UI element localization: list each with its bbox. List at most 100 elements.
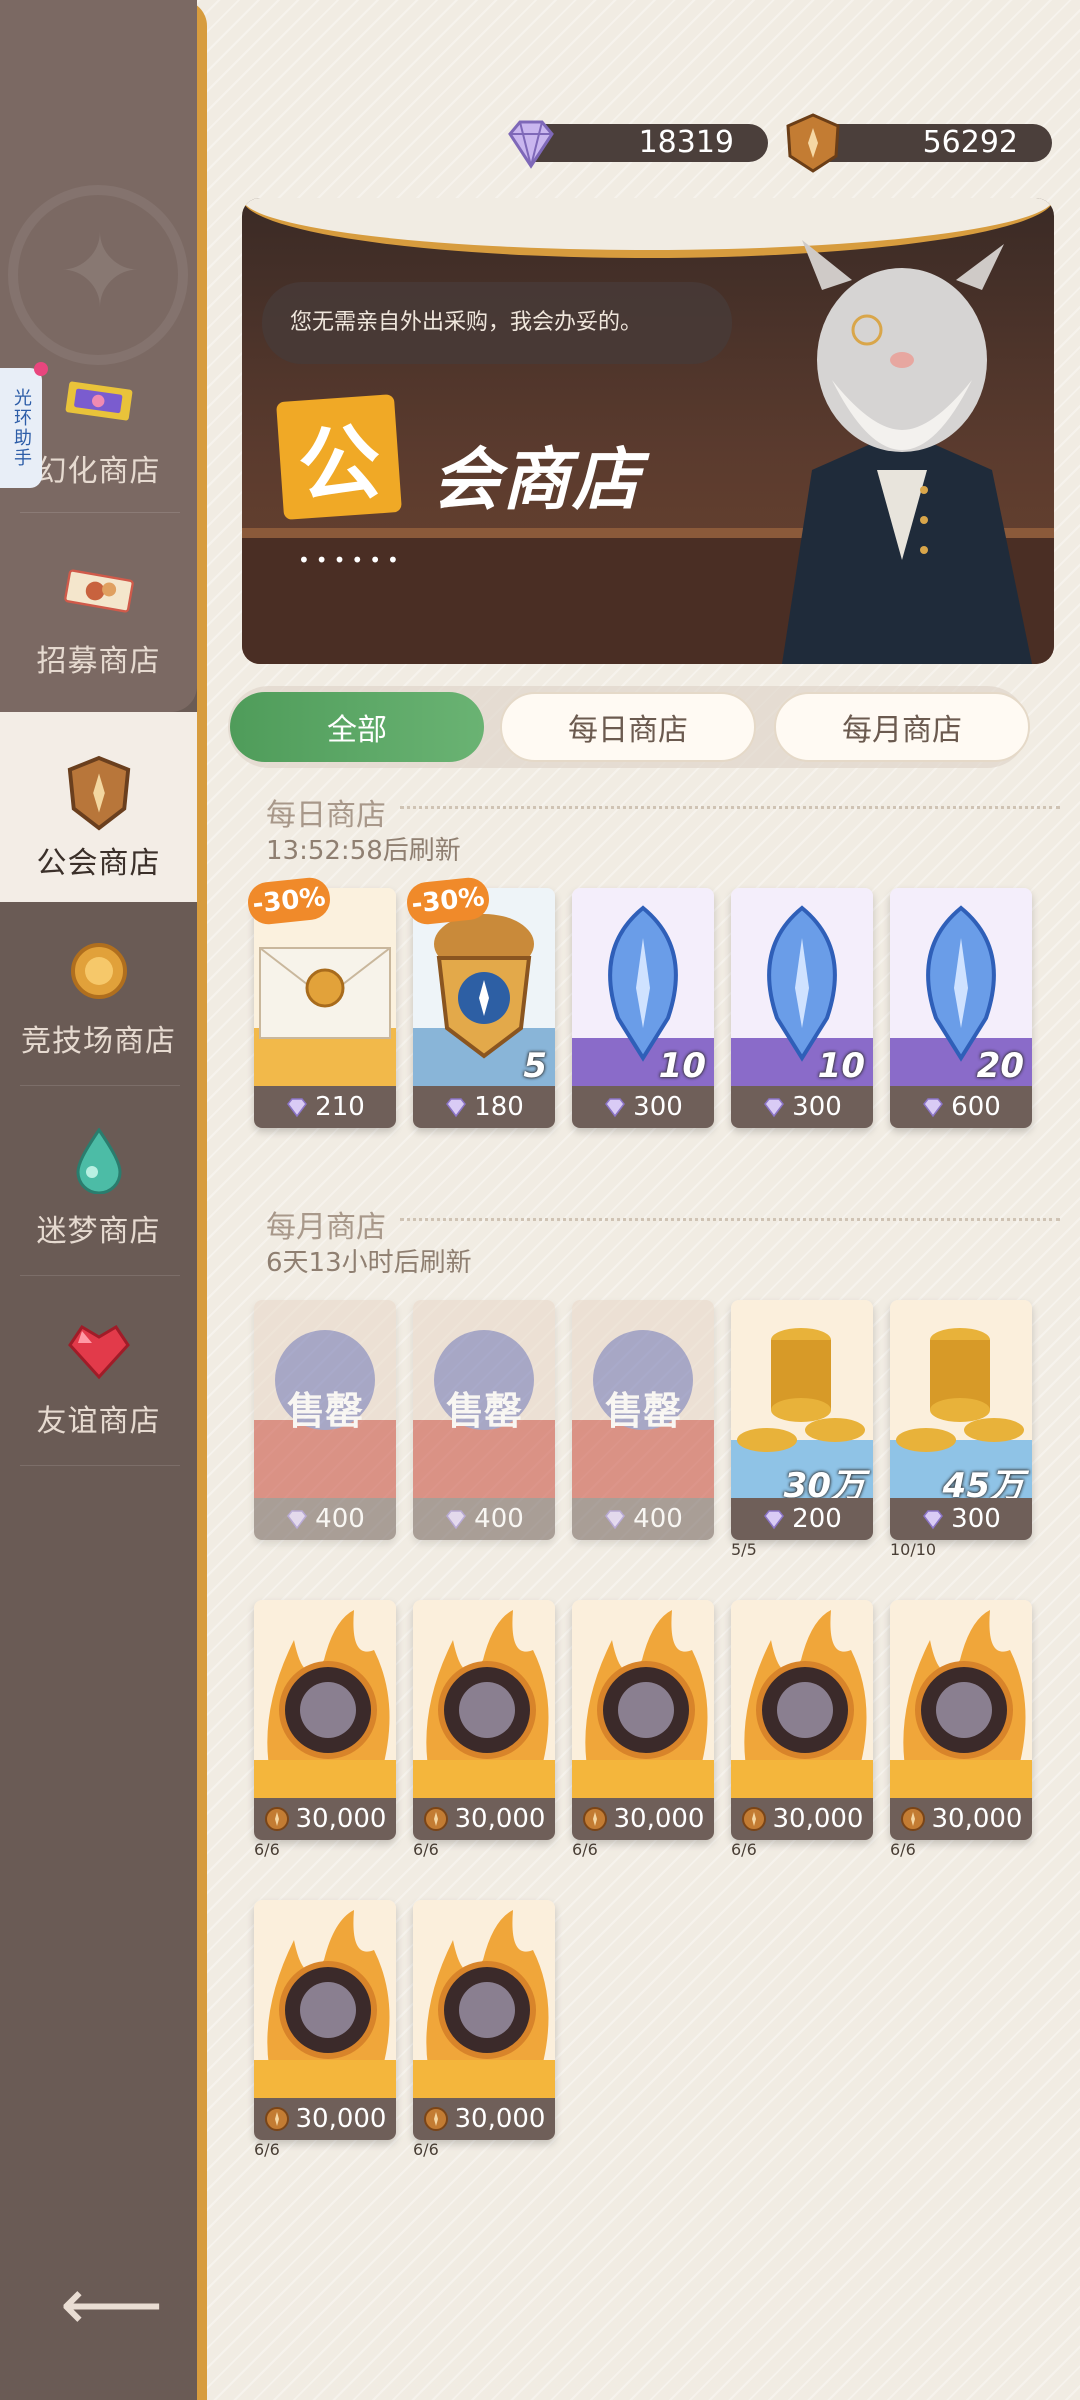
- shop-item-card[interactable]: 30,000: [572, 1600, 714, 1840]
- recruit-ticket-icon: [63, 556, 134, 626]
- floating-helper-button[interactable]: 光环助手: [0, 362, 48, 488]
- tab-monthly-shop[interactable]: 每月商店: [774, 692, 1030, 762]
- daily-section-title: 每日商店: [266, 798, 386, 833]
- item-price: 300: [572, 1086, 714, 1128]
- item-price: 30,000: [890, 1798, 1032, 1840]
- sold-out-label: 售罄: [445, 1389, 522, 1433]
- sold-out-label: 售罄: [604, 1389, 681, 1433]
- item-price: 200: [731, 1498, 873, 1540]
- sidebar-item-recruit-shop[interactable]: 招募商店: [0, 520, 197, 700]
- price-value: 210: [315, 1092, 365, 1122]
- shop-item-card[interactable]: 30,000: [890, 1600, 1032, 1840]
- diamond-icon: [923, 1098, 944, 1118]
- butler-mascot-icon: [782, 240, 1032, 664]
- shop-item-card[interactable]: 5 180: [413, 888, 555, 1128]
- sidebar-item-friendship-shop[interactable]: 友谊商店: [0, 1290, 197, 1460]
- price-value: 30,000: [772, 1804, 864, 1834]
- monthly-refresh-timer: 6天13小时后刷新: [266, 1248, 472, 1278]
- price-value: 30,000: [295, 2104, 387, 2134]
- item-price: 400: [254, 1498, 396, 1540]
- guild-coin-icon: [786, 113, 840, 173]
- shop-item-card[interactable]: 30,000: [254, 1900, 396, 2140]
- price-value: 300: [951, 1504, 1001, 1534]
- item-price: 30,000: [254, 2098, 396, 2140]
- shop-item-card[interactable]: 210: [254, 888, 396, 1128]
- divider: [20, 1085, 180, 1086]
- divider: [20, 512, 180, 513]
- diamond-counter: 18319: [532, 124, 768, 162]
- shop-item-card[interactable]: 30,000: [413, 1900, 555, 2140]
- diamond-icon: [764, 1510, 785, 1530]
- price-value: 30,000: [613, 1804, 705, 1834]
- price-value: 30,000: [931, 1804, 1023, 1834]
- arena-coin-icon: [64, 936, 134, 1006]
- shop-tab-bar: 全部 每日商店 每月商店: [228, 686, 1030, 768]
- tab-daily-shop[interactable]: 每日商店: [500, 692, 756, 762]
- purchase-limit: 6/6: [413, 1840, 439, 1859]
- purchase-limit: 10/10: [890, 1540, 937, 1559]
- shop-item-card[interactable]: 10 300: [731, 888, 873, 1128]
- item-price: 30,000: [413, 1798, 555, 1840]
- section-divider: [400, 1218, 1060, 1221]
- shop-item-card: 售罄 400: [572, 1300, 714, 1540]
- divider: [20, 1465, 180, 1466]
- diamond-icon: [446, 1510, 467, 1530]
- purchase-limit: 5/5: [731, 1540, 757, 1559]
- price-value: 200: [792, 1504, 842, 1534]
- guild-coin-icon: [582, 1807, 607, 1831]
- guild-coin-icon: [264, 1807, 289, 1831]
- guild-coin-icon: [264, 2107, 289, 2131]
- sidebar-item-guild-shop[interactable]: 公会商店: [0, 712, 197, 902]
- price-value: 30,000: [295, 1804, 387, 1834]
- item-quantity: 5: [523, 1046, 547, 1086]
- hero-soul-1-icon: [254, 1600, 396, 1798]
- shop-item-card[interactable]: 30,000: [254, 1600, 396, 1840]
- hero-soul-2-icon: [413, 1600, 555, 1798]
- sidebar-item-arena-shop[interactable]: 竞技场商店: [0, 910, 197, 1080]
- price-value: 30,000: [454, 2104, 546, 2134]
- item-price: 30,000: [413, 2098, 555, 2140]
- shop-item-card[interactable]: 30,000: [731, 1600, 873, 1840]
- monthly-section-title: 每月商店: [266, 1210, 386, 1245]
- ticket-icon: [64, 366, 134, 436]
- banner-dots: ••••••: [298, 548, 405, 572]
- item-price: 300: [731, 1086, 873, 1128]
- diamond-icon: [287, 1098, 308, 1118]
- item-price: 30,000: [572, 1798, 714, 1840]
- sidebar-item-label: 迷梦商店: [36, 1214, 161, 1249]
- guild-coin-icon: [741, 1807, 766, 1831]
- hero-soul-3-icon: [572, 1600, 714, 1798]
- guild-shop-banner: 您无需亲自外出采购，我会办妥的。 公 会商店 ••••••: [242, 198, 1054, 664]
- guild-coin-icon: [900, 1807, 925, 1831]
- item-quantity: 10: [658, 1046, 706, 1086]
- sidebar-item-label: 竞技场商店: [21, 1024, 176, 1059]
- guild-coin-amount: 56292: [922, 125, 1018, 160]
- item-price: 30,000: [254, 1798, 396, 1840]
- shop-sidebar: 幻化商店 招募商店 公会商店 竞技场商店 迷梦商店 友谊商店 ⟵: [0, 0, 207, 2400]
- shop-item-card[interactable]: 10 300: [572, 888, 714, 1128]
- sidebar-item-dream-shop[interactable]: 迷梦商店: [0, 1100, 197, 1270]
- shop-item-card[interactable]: 30万 200: [731, 1300, 873, 1540]
- shop-item-card[interactable]: 30,000: [413, 1600, 555, 1840]
- item-quantity: 10: [817, 1046, 865, 1086]
- guild-shield-icon: [64, 755, 134, 831]
- diamond-icon: [764, 1098, 785, 1118]
- diamond-icon: [605, 1510, 626, 1530]
- shop-item-card[interactable]: 20 600: [890, 888, 1032, 1128]
- banner-title: 会商店: [432, 441, 643, 520]
- heart-gem-icon: [64, 1316, 134, 1386]
- item-price: 400: [572, 1498, 714, 1540]
- diamond-icon: [605, 1098, 626, 1118]
- price-value: 600: [951, 1092, 1001, 1122]
- item-price: 600: [890, 1086, 1032, 1128]
- sidebar-item-label: 招募商店: [36, 644, 161, 679]
- tab-all[interactable]: 全部: [230, 692, 484, 762]
- guild-coin-icon: [423, 1807, 448, 1831]
- diamond-icon: [508, 120, 554, 169]
- hero-soul-7-icon: [413, 1900, 555, 2098]
- diamond-icon: [287, 1510, 308, 1530]
- back-arrow-icon[interactable]: ⟵: [60, 2262, 163, 2346]
- price-value: 30,000: [454, 1804, 546, 1834]
- hero-soul-5-icon: [890, 1600, 1032, 1798]
- shop-item-card[interactable]: 45万 300: [890, 1300, 1032, 1540]
